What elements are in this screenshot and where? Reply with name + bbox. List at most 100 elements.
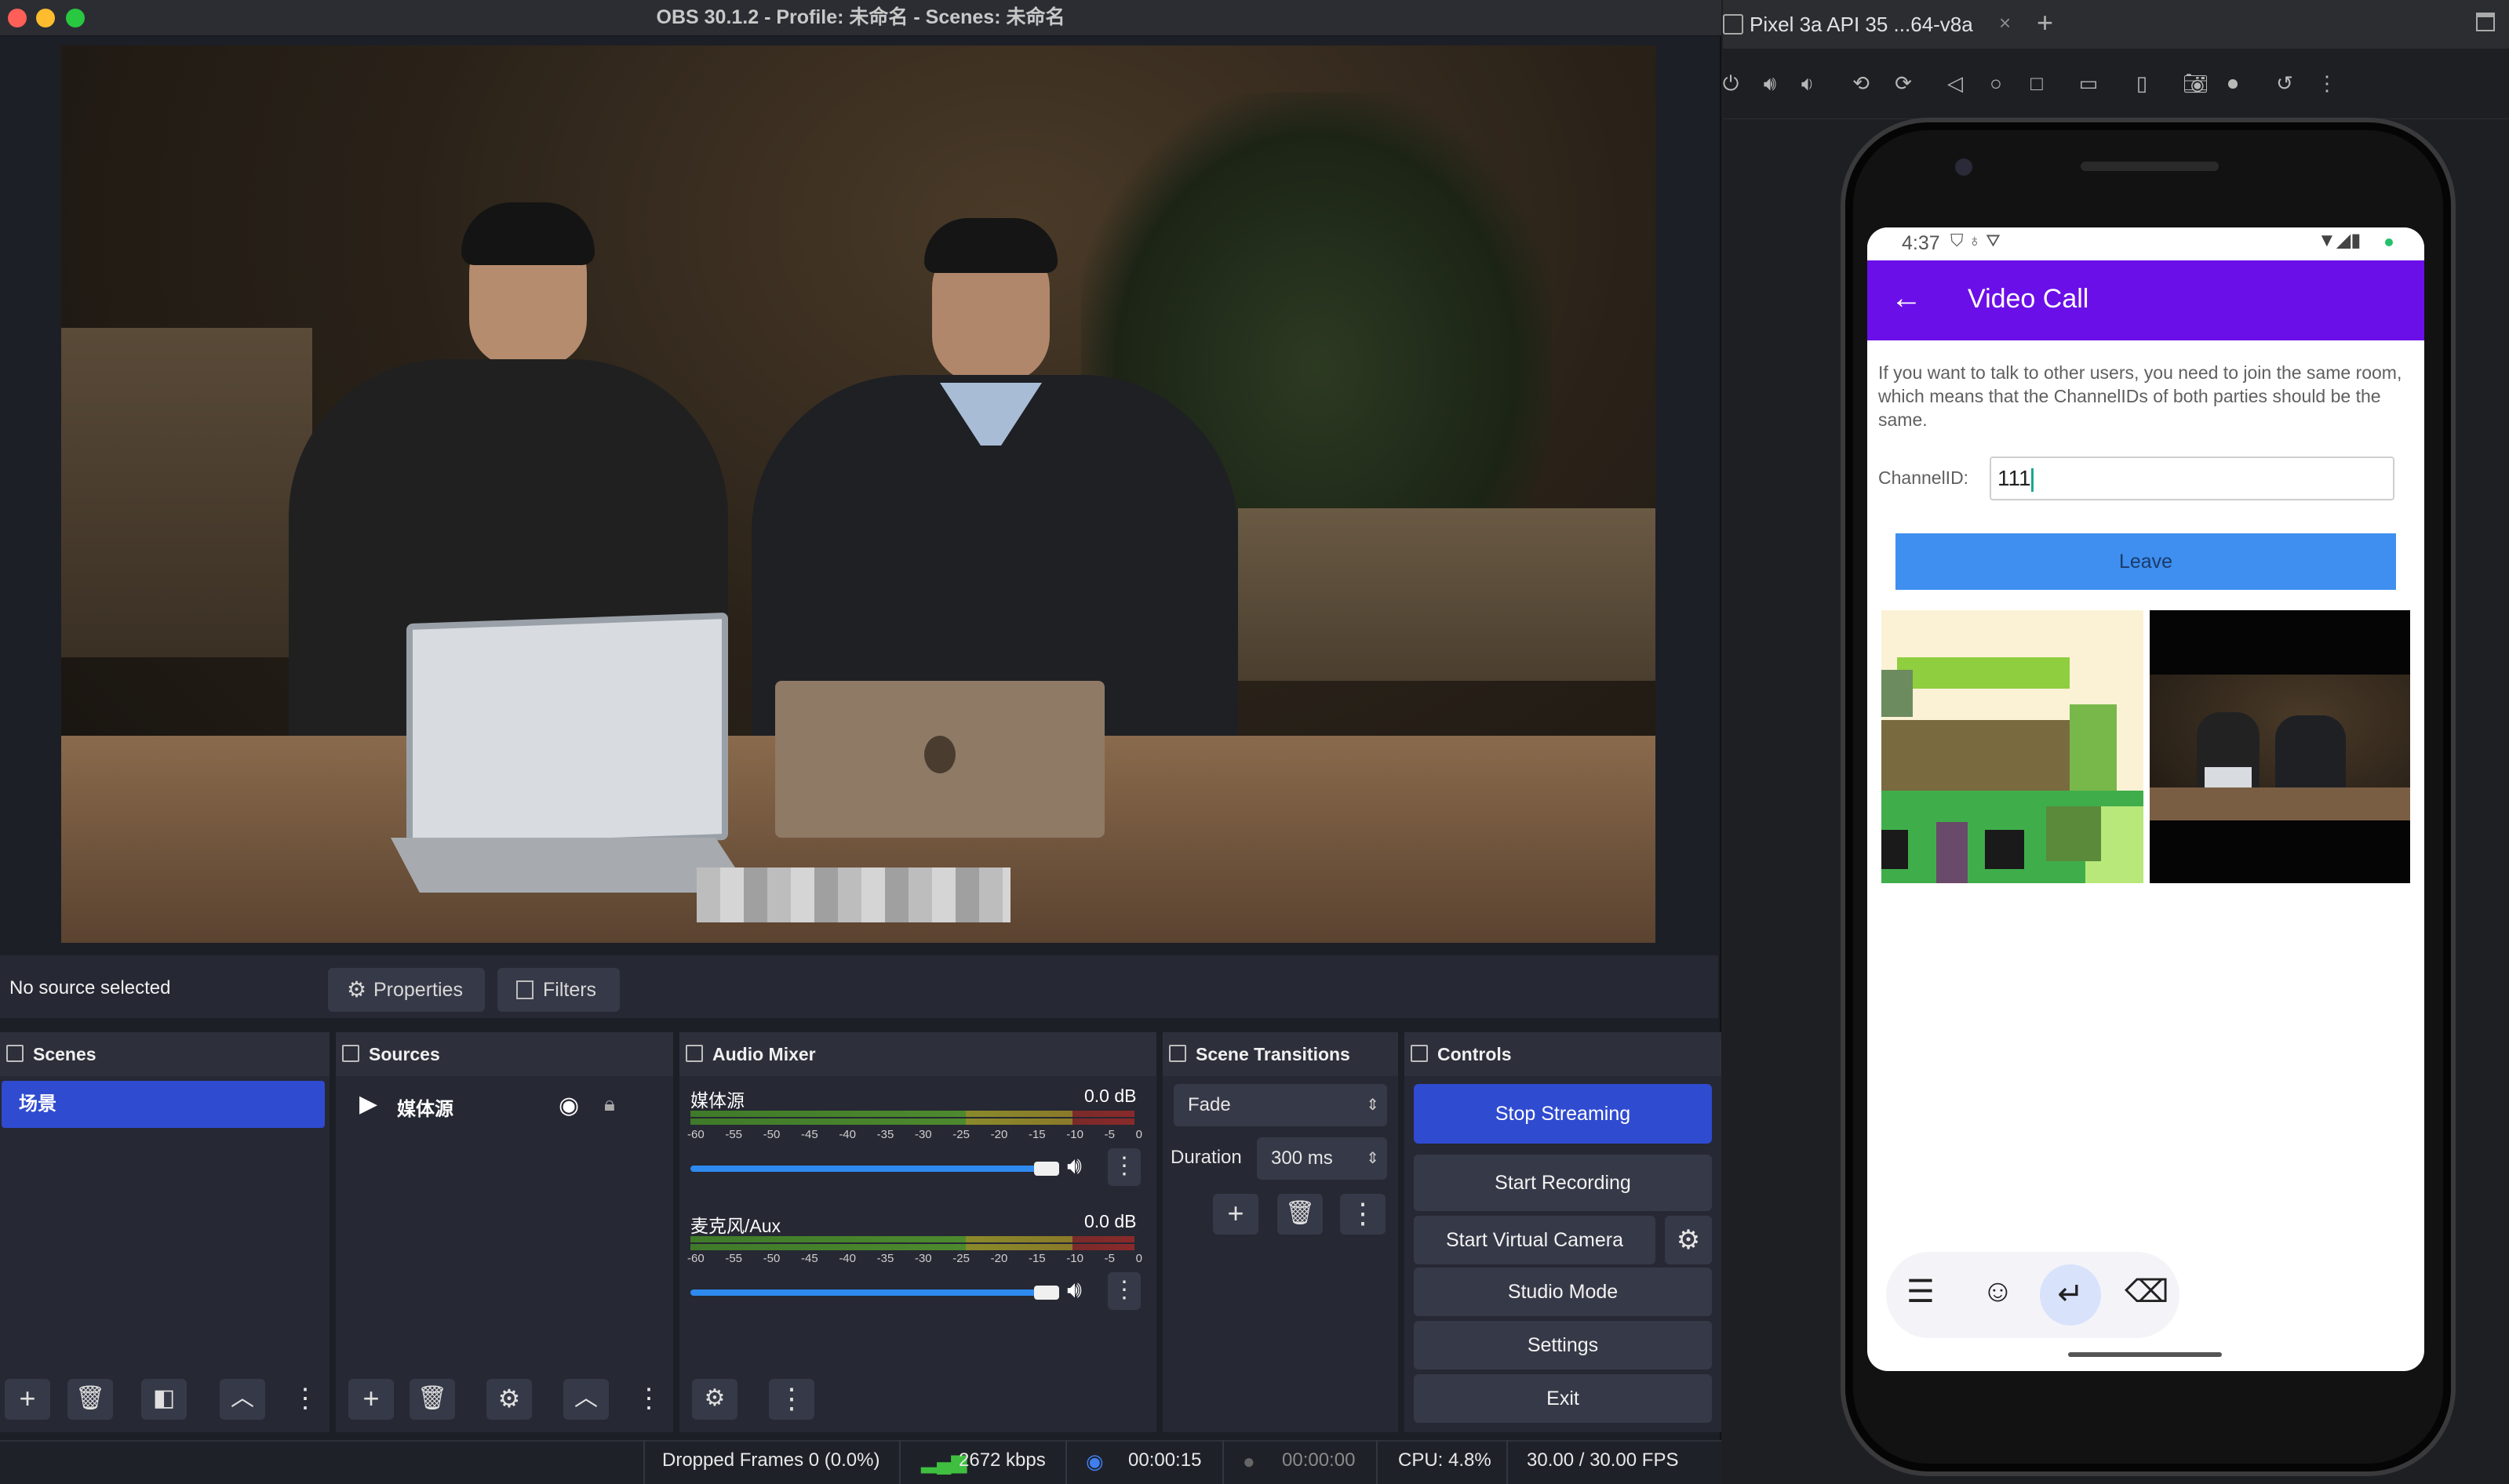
tick-label: -15 (1028, 1128, 1046, 1141)
tick-label: 0 (1135, 1128, 1142, 1141)
rotate-left-icon[interactable]: ⟲ (1850, 72, 1872, 94)
overview-icon[interactable]: □ (2026, 72, 2048, 94)
tick-label: -35 (876, 1128, 894, 1141)
mic-indicator-dot (2385, 238, 2393, 246)
trash-icon[interactable]: 🗑︎ (1277, 1194, 1323, 1235)
scenes-title: Scenes (33, 1044, 96, 1064)
scene-transitions-header: Scene Transitions (1163, 1032, 1398, 1076)
divider (1222, 1440, 1224, 1484)
leave-button[interactable]: Leave (1895, 533, 2396, 590)
menu-icon[interactable]: ☰ (1906, 1274, 1935, 1310)
gesture-handle[interactable] (2068, 1352, 2222, 1357)
status-notification-icons: ⛉ ♁ ⛛ (1950, 231, 2001, 250)
scenes-dock: Scenes 场景 (0, 1032, 330, 1432)
channel-id-input[interactable]: 111 (1990, 456, 2394, 500)
visibility-eye-icon[interactable]: ◉ (559, 1092, 579, 1119)
tick-label: 0 (1135, 1252, 1142, 1265)
controls-title: Controls (1437, 1044, 1512, 1064)
screenshot-icon[interactable]: 📷︎ (2183, 72, 2209, 94)
more-options-icon[interactable]: ⋮ (1340, 1194, 1386, 1235)
volume-down-icon[interactable]: 🔉︎ (1797, 72, 1819, 94)
volume-slider-handle[interactable] (1034, 1286, 1059, 1300)
add-transition-button[interactable]: + (1213, 1194, 1258, 1235)
transition-select[interactable]: Fade ⇕ (1174, 1084, 1387, 1126)
duration-label: Duration (1171, 1147, 1242, 1168)
divider (1506, 1440, 1508, 1484)
add-scene-button[interactable]: + (5, 1379, 50, 1420)
exit-button[interactable]: Exit (1414, 1374, 1712, 1423)
more-options-icon[interactable]: ⋮ (2316, 72, 2338, 94)
scene-item[interactable]: 场景 (2, 1081, 325, 1128)
add-tab-icon[interactable]: + (2037, 6, 2053, 39)
more-options-icon[interactable]: ⋮ (769, 1379, 814, 1420)
dock-icon (342, 1045, 359, 1062)
window-icon[interactable] (2476, 13, 2495, 31)
play-icon[interactable]: ▶ (359, 1090, 377, 1118)
move-up-icon[interactable]: ︿ (220, 1379, 265, 1420)
power-icon[interactable]: ⏻ (1720, 72, 1742, 94)
clock: 4:37 (1902, 232, 1940, 254)
more-options-icon[interactable]: ⋮ (1108, 1148, 1141, 1186)
close-tab-icon[interactable]: × (1999, 11, 2011, 35)
start-recording-button[interactable]: Start Recording (1414, 1155, 1712, 1211)
tick-label: -45 (800, 1128, 818, 1141)
fold-icon[interactable]: ▭ (2077, 72, 2099, 94)
advanced-audio-gear-icon[interactable]: ⚙ (692, 1379, 737, 1420)
duration-value: 300 ms (1271, 1148, 1333, 1169)
more-options-icon[interactable]: ⋮ (292, 1379, 319, 1420)
volume-slider[interactable] (690, 1166, 1059, 1172)
backspace-icon[interactable]: ⌫ (2125, 1274, 2169, 1310)
duration-field[interactable]: 300 ms ⇕ (1257, 1137, 1387, 1180)
stop-streaming-button[interactable]: Stop Streaming (1414, 1084, 1712, 1144)
tick-label: -10 (1066, 1252, 1083, 1265)
volume-slider[interactable] (690, 1289, 1059, 1296)
volume-up-icon[interactable]: 🔊︎ (1759, 72, 1781, 94)
enter-icon[interactable]: ↵ (2040, 1264, 2101, 1326)
window-title: OBS 30.1.2 - Profile: 未命名 - Scenes: 未命名 (656, 6, 1065, 28)
laptop-left-screen (406, 612, 728, 852)
source-item[interactable]: 媒体源 (397, 1093, 453, 1121)
trash-icon[interactable]: 🗑︎ (410, 1379, 455, 1420)
rotate-right-icon[interactable]: ⟳ (1892, 72, 1914, 94)
preview-canvas[interactable] (61, 45, 1655, 943)
sources-dock: Sources ▶ 媒体源 ◉ 🔒︎ (336, 1032, 673, 1432)
record-time: 00:00:00 (1282, 1449, 1356, 1471)
trash-icon[interactable]: 🗑︎ (67, 1379, 113, 1420)
screen-record-icon[interactable]: ⏺ (2222, 72, 2244, 94)
phone-screen: 4:37 ⛉ ♁ ⛛ ▼◢▮ ← Video Call If you want … (1867, 227, 2424, 1371)
back-icon[interactable]: ◁ (1944, 72, 1966, 94)
emulator-tab-bar: Pixel 3a API 35 ...64-v8a × + (1723, 0, 2509, 49)
emoji-icon[interactable]: ☺ (1982, 1274, 2014, 1309)
app-bar: ← (1867, 260, 2424, 340)
more-options-icon[interactable]: ⋮ (635, 1379, 662, 1420)
speaker-icon[interactable]: 🔊︎ (1067, 1277, 1082, 1304)
back-arrow-icon[interactable]: ← (1891, 281, 1922, 316)
device-tab-title[interactable]: Pixel 3a API 35 ...64-v8a (1750, 13, 1973, 37)
studio-mode-button[interactable]: Studio Mode (1414, 1268, 1712, 1316)
gear-icon[interactable]: ⚙ (486, 1379, 532, 1420)
earpiece-speaker (2081, 162, 2219, 171)
scene-filter-icon[interactable]: ◧ (141, 1379, 187, 1420)
meter-ticks: -60 -55 -50 -45 -40 -35 -30 -25 -20 -15 -10 -5 0 (687, 1128, 1142, 1141)
wifi-signal-battery-icon: ▼◢▮ (2318, 230, 2362, 251)
more-options-icon[interactable]: ⋮ (1108, 1272, 1141, 1310)
tick-label: -5 (1104, 1252, 1115, 1265)
speaker-icon[interactable]: 🔊︎ (1067, 1153, 1082, 1180)
volume-slider-handle[interactable] (1034, 1162, 1059, 1176)
device-frame-icon[interactable]: ▯ (2131, 72, 2153, 94)
divider (643, 1440, 645, 1484)
start-virtual-camera-button[interactable]: Start Virtual Camera (1414, 1216, 1655, 1264)
settings-button[interactable]: Settings (1414, 1321, 1712, 1369)
home-icon[interactable]: ○ (1985, 72, 2007, 94)
pixel-block (1936, 822, 1968, 883)
add-source-button[interactable]: + (348, 1379, 394, 1420)
snapshot-icon[interactable]: ↺ (2274, 72, 2296, 94)
pixel-block (1985, 830, 2024, 869)
filters-button[interactable]: Filters (497, 968, 620, 1012)
properties-button[interactable]: ⚙ Properties (328, 968, 485, 1012)
tick-label: -10 (1066, 1128, 1083, 1141)
virtual-camera-settings-gear-icon[interactable]: ⚙ (1665, 1216, 1712, 1264)
move-up-icon[interactable]: ︿ (563, 1379, 609, 1420)
lock-icon[interactable]: 🔒︎ (604, 1092, 615, 1117)
tick-label: -40 (839, 1128, 856, 1141)
